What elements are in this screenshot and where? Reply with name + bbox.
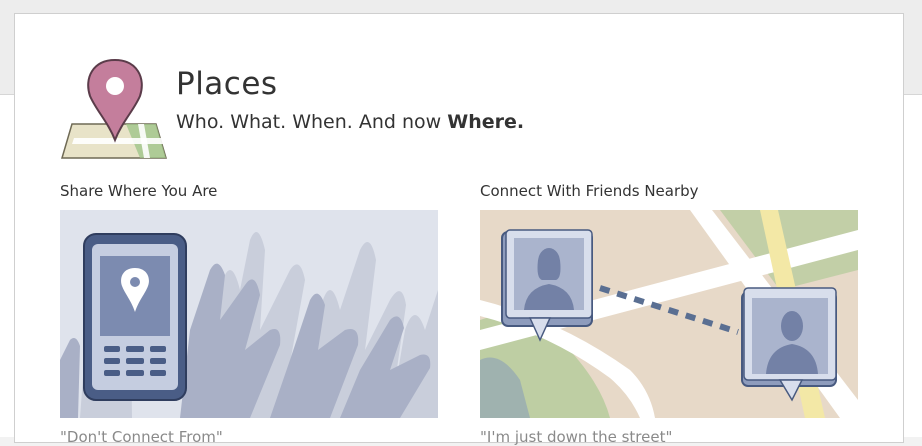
connect-heading: Connect With Friends Nearby (480, 182, 699, 200)
subtitle-emphasis: Where. (447, 111, 525, 133)
subtitle-text: Who. What. When. And now (176, 111, 448, 133)
page-title: Places (176, 66, 278, 102)
connect-illustration (480, 210, 858, 418)
share-illustration (60, 210, 438, 418)
places-pin-logo-icon (60, 58, 170, 164)
share-heading: Share Where You Are (60, 182, 218, 200)
connect-caption: "I'm just down the street" (480, 428, 673, 446)
page-subtitle: Who. What. When. And now Where. (176, 111, 524, 133)
share-caption: "Don't Connect From" (60, 428, 223, 446)
